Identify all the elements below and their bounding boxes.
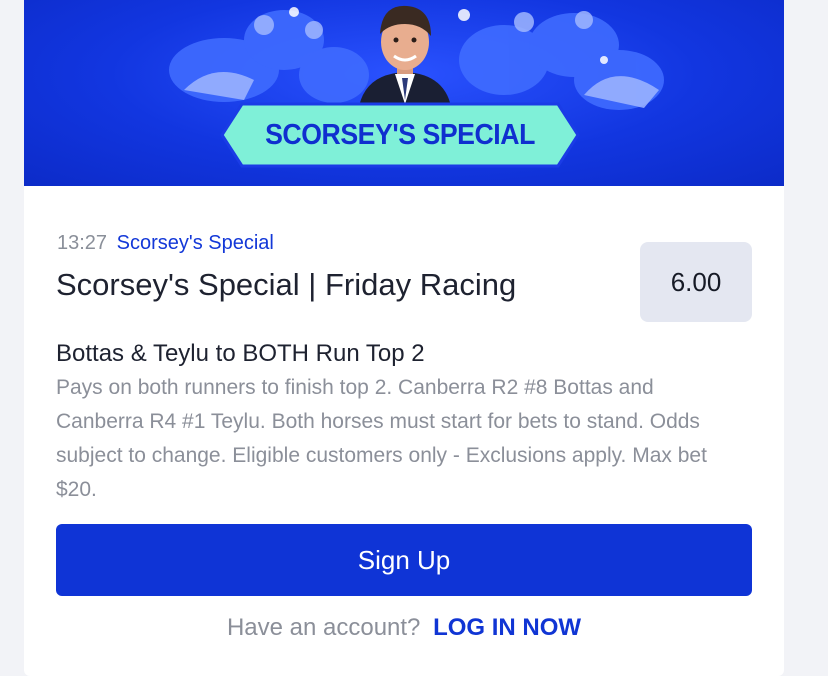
event-meta: 13:27 Scorsey's Special (57, 231, 274, 255)
market-description: Pays on both runners to finish top 2. Ca… (56, 376, 707, 501)
market-name: Bottas & Teylu to BOTH Run Top 2 (56, 340, 425, 367)
account-question: Have an account? (226, 614, 421, 641)
banner-heading: SCORSEY'S SPECIAL (265, 118, 535, 151)
host-portrait (358, 5, 452, 112)
promo-card: SCORSEY'S SPECIAL 13:27 Scorsey's Specia… (24, 0, 784, 676)
log-in-link[interactable]: LOG IN NOW (433, 614, 581, 641)
event-category-link[interactable]: Scorsey's Special (117, 232, 274, 254)
promo-banner: SCORSEY'S SPECIAL (24, 0, 784, 186)
sign-up-button[interactable]: Sign Up (56, 524, 752, 596)
odds-button[interactable]: 6.00 (640, 242, 752, 322)
event-title: Scorsey's Special | Friday Racing (56, 267, 517, 302)
login-prompt: Have an account? LOG IN NOW (24, 612, 784, 644)
event-time: 13:27 (57, 232, 108, 254)
